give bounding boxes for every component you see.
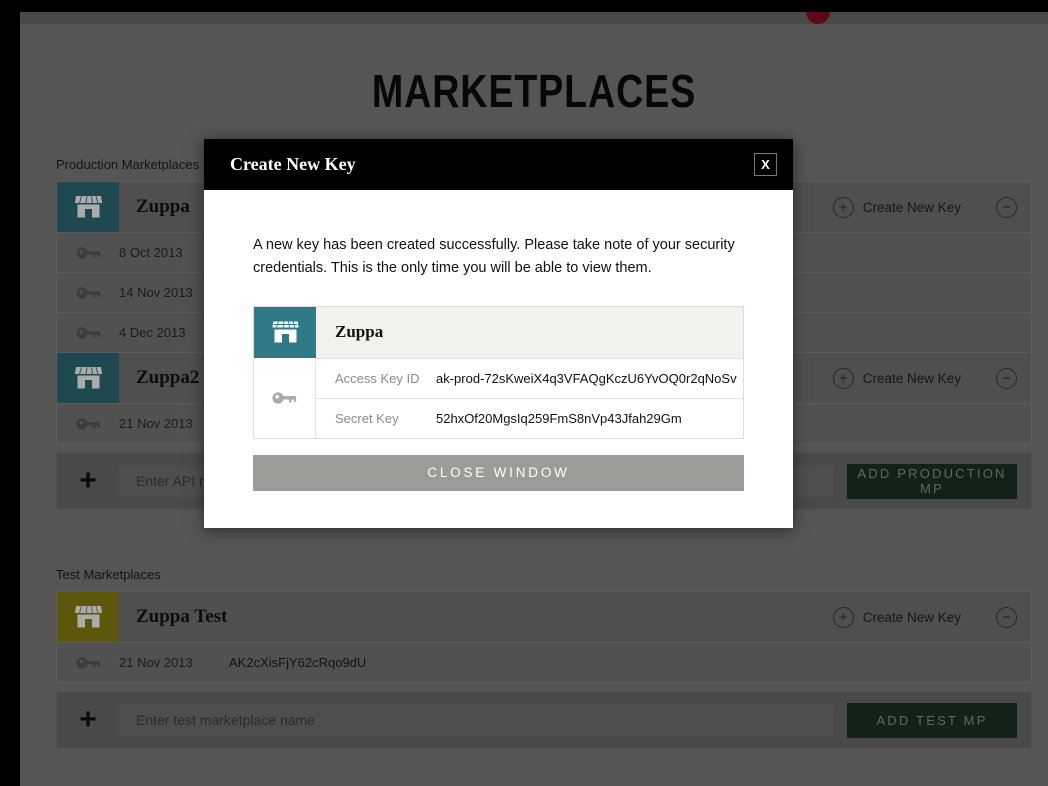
access-key-label: Access Key ID (335, 370, 420, 386)
marketplace-actions: + Create New Key − (832, 592, 1031, 642)
key-icon (57, 273, 119, 312)
key-icon (57, 313, 119, 352)
test-section-label: Test Marketplaces (56, 567, 161, 582)
close-window-button[interactable]: CLOSE WINDOW (253, 454, 744, 491)
secret-key-value: 52hxOf20MgsIq259FmS8nVp43Jfah29Gm (436, 410, 682, 426)
close-icon[interactable]: X (754, 153, 777, 176)
credentials-icon-column (254, 306, 316, 438)
create-new-key-modal: Create New Key X A new key has been crea… (204, 139, 793, 528)
credentials-marketplace-name: Zuppa (316, 306, 743, 358)
secret-key-row: Secret Key 52hxOf20MgsIq259FmS8nVp43Jfah… (316, 397, 743, 438)
add-test-mp-button[interactable]: ADD TEST MP (847, 702, 1017, 738)
credentials-box: Zuppa Access Key ID ak-prod-72sKweiX4q3V… (253, 305, 744, 439)
create-new-key-button[interactable]: Create New Key (863, 610, 961, 625)
modal-header: Create New Key X (204, 139, 793, 190)
access-key-row: Access Key ID ak-prod-72sKweiX4q3VFAQgKc… (316, 357, 743, 398)
create-new-key-button[interactable]: Create New Key (863, 371, 961, 386)
key-icon (57, 643, 119, 682)
plus-circle-icon[interactable]: + (832, 367, 854, 389)
key-icon (254, 357, 316, 438)
key-row: 21 Nov 2013 AK2cXisFjY62cRqo9dU (57, 642, 1031, 682)
add-production-mp-button[interactable]: ADD PRODUCTION MP (847, 463, 1017, 499)
minus-circle-icon[interactable]: − (996, 606, 1017, 628)
marketplace-name: Zuppa Test (136, 606, 228, 627)
storefront-icon (254, 306, 316, 358)
page-title: MARKETPLACES (371, 65, 697, 117)
minus-circle-icon[interactable]: − (996, 196, 1017, 218)
add-test-marketplace-row: + ADD TEST MP (56, 691, 1032, 749)
plus-circle-icon[interactable]: + (832, 196, 854, 218)
access-key-value: ak-prod-72sKweiX4q3VFAQgKczU6YvOQ0r2qNoS… (436, 370, 737, 386)
minus-circle-icon[interactable]: − (996, 367, 1017, 389)
storefront-icon (57, 353, 119, 403)
credentials-detail-column: Zuppa Access Key ID ak-prod-72sKweiX4q3V… (316, 306, 743, 438)
marketplace-actions: + Create New Key − (832, 353, 1031, 403)
marketplace-actions: + Create New Key − (832, 182, 1031, 232)
key-value: AK2cXisFjY62cRqo9dU (229, 655, 367, 670)
secret-key-label: Secret Key (335, 410, 399, 426)
test-marketplace-table: Zuppa Test + Create New Key − 21 Nov 2013 AK2… (56, 591, 1032, 683)
plus-circle-icon[interactable]: + (832, 606, 854, 628)
create-new-key-button[interactable]: Create New Key (863, 200, 961, 215)
key-icon (57, 404, 119, 443)
storefront-icon (57, 182, 119, 232)
storefront-icon (57, 592, 119, 642)
modal-title: Create New Key (230, 154, 356, 174)
key-date: 21 Nov 2013 (119, 655, 193, 670)
test-marketplace-name-input[interactable] (119, 704, 834, 736)
plus-icon[interactable]: + (57, 705, 119, 735)
top-strip (20, 12, 1048, 24)
marketplace-header-row: Zuppa Test + Create New Key − (57, 591, 1031, 642)
plus-icon[interactable]: + (57, 466, 119, 496)
key-icon (57, 233, 119, 272)
modal-body: A new key has been created successfully.… (204, 190, 793, 528)
modal-message: A new key has been created successfully.… (253, 237, 735, 277)
test-section: Test Marketplaces Zuppa Test + Create New … (56, 567, 1032, 749)
